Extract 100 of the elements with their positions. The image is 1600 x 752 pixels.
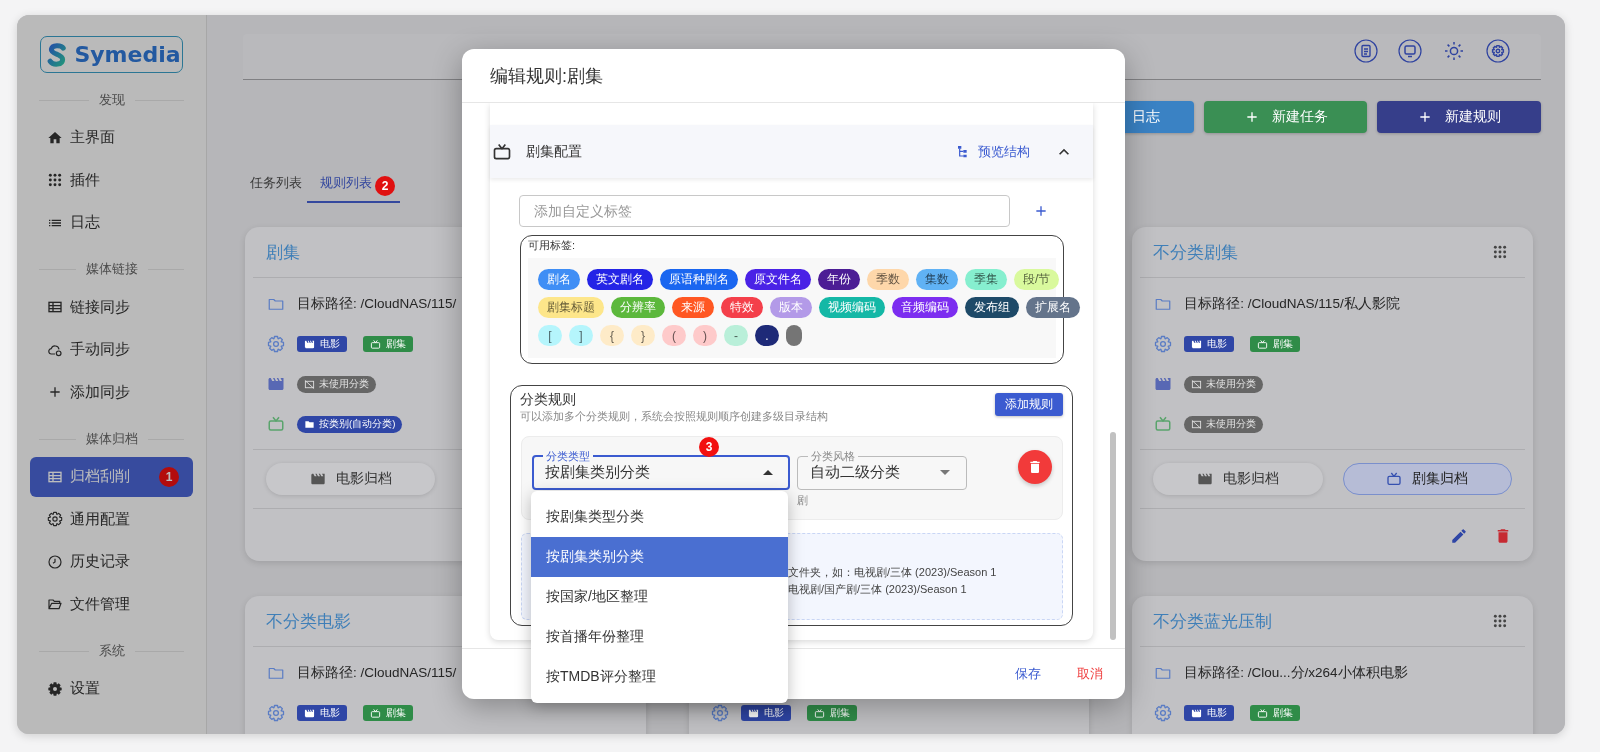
tag-chip[interactable]: 音频编码 [892,297,958,318]
sun-button[interactable] [1442,39,1466,63]
folder-icon [304,418,315,430]
helper-text: 剧 [797,493,809,507]
tags-label: 可用标签: [528,238,577,253]
category-chip: 未使用分类 [1184,375,1264,393]
count-badge: 1 [159,466,179,487]
tag-chip[interactable]: 年份 [818,269,860,290]
section-heading: 系统 [98,642,125,660]
tag-chip[interactable]: 原语种剧名 [660,269,738,290]
tag-chip[interactable]: 来源 [672,297,714,318]
add-tag-button[interactable] [1033,203,1049,219]
menu-item[interactable]: 按首播年份整理 [531,617,788,657]
scrollbar-thumb[interactable] [1110,432,1116,640]
sidebar-item[interactable]: 归档刮削 1 [30,456,193,497]
card-title: 不分类电影 [266,610,351,633]
clapperboard-icon [1197,471,1213,487]
tv-icon [267,415,285,433]
tag-chip[interactable]: } [631,325,655,346]
clock-icon [47,553,63,570]
select-field[interactable]: 分类风格 自动二级分类 [797,450,967,490]
count-badge: 2 [375,175,395,196]
plus-icon [1033,203,1049,219]
caret-down-icon [940,470,950,475]
plus-icon [47,384,63,400]
archive-button[interactable]: 电影归档 [1153,463,1323,495]
tag-chip[interactable]: - [724,325,748,346]
document-button[interactable] [1354,39,1378,63]
tag-chip[interactable]: 特效 [721,297,763,318]
settings-icon [1486,39,1510,63]
tag-chip[interactable]: ) [693,325,717,346]
cancel-button[interactable]: 取消 [1077,665,1103,683]
tag-chip[interactable]: 原文件名 [745,269,811,290]
tv-icon [370,338,381,350]
tv-icon [1257,338,1269,350]
card-title: 不分类剧集 [1153,241,1239,264]
settings-button[interactable] [1486,39,1510,63]
target-path: 目标路径: /CloudNAS/115/私人影院 [1184,295,1400,313]
tag-chip[interactable]: . [755,325,779,346]
tag-chip[interactable]: 剧名 [538,269,580,290]
tag-chip[interactable]: ] [569,325,593,346]
dialog-title: 编辑规则:剧集 [490,64,603,88]
tag-chip[interactable]: { [600,325,624,346]
menu-item[interactable]: 按TMDB评分整理 [531,657,788,697]
monitor-icon [1398,39,1422,63]
tag-chip[interactable]: 集数 [916,269,958,290]
sidebar-item[interactable]: 日志 [30,202,193,243]
clapperboard-icon [747,707,759,719]
pencil-icon [1450,527,1468,545]
sidebar-item[interactable]: 插件 [30,160,193,200]
gear-icon [47,511,63,527]
sidebar-item[interactable]: 设置 [30,668,193,709]
document-icon [1354,39,1378,63]
preview-button[interactable]: 预览结构 [956,142,1030,161]
movie-tag: 电影 [1184,705,1235,721]
sidebar-item[interactable]: 文件管理 [30,584,193,624]
image-off-icon [1191,418,1203,430]
tag-chip[interactable]: 扩展名 [1026,297,1080,318]
tag-chip[interactable]: 季集 [965,269,1007,290]
tag-chip[interactable] [786,325,802,346]
menu-item[interactable]: 按剧集类别分类 [531,537,788,577]
tag-chip[interactable]: 季数 [867,269,909,290]
plus-icon [1417,109,1433,125]
sidebar-item[interactable]: 通用配置 [30,499,193,539]
tab[interactable]: 任务列表 [237,167,307,203]
sidebar-item[interactable]: 历史记录 [30,541,193,582]
section-heading: 媒体链接 [85,261,138,278]
clapperboard-icon [304,338,315,350]
tv-tag: 剧集 [363,705,413,721]
archive-button[interactable]: 电影归档 [266,463,436,495]
delete-button[interactable] [1018,450,1052,484]
tv-tag: 剧集 [806,705,857,721]
sidebar-item[interactable]: 添加同步 [30,372,193,412]
tv-icon [1386,471,1403,487]
menu-item[interactable]: 按国家/地区整理 [531,577,788,617]
tag-input[interactable]: 添加自定义标签 [519,195,1010,227]
edit-button[interactable] [1450,527,1468,545]
movie-tag: 电影 [740,705,791,721]
archive-button[interactable]: 剧集归档 [1342,463,1512,495]
tv-icon [813,707,825,719]
tag-chip[interactable]: ( [662,325,686,346]
tag-chip[interactable]: 段/节 [1014,269,1060,290]
clapperboard-icon [1191,707,1203,719]
tab[interactable]: 规则列表 2 [307,167,400,203]
section-header[interactable]: 剧集配置 预览结构 [490,125,1093,178]
sidebar-item[interactable]: 链接同步 [30,287,193,327]
sidebar-item[interactable]: 手动同步 [30,329,193,370]
sidebar-item[interactable]: 主界面 [30,117,193,158]
tv-tag: 剧集 [1250,336,1301,352]
add-rule-button[interactable]: 添加规则 [995,393,1063,416]
tag-chip[interactable]: 剧集标题 [538,297,604,318]
gear-icon [47,680,63,697]
menu-item[interactable]: 按剧集类型分类 [531,497,788,537]
tag-chip[interactable]: [ [538,325,562,346]
tag-chip[interactable]: 英文剧名 [587,269,653,290]
toolbar-button[interactable]: 新建任务 [1204,101,1367,133]
monitor-button[interactable] [1398,39,1422,63]
tag-chip[interactable]: 发布组 [965,297,1019,318]
save-button[interactable]: 保存 [1015,665,1041,683]
toolbar-button[interactable]: 新建规则 [1377,101,1541,133]
